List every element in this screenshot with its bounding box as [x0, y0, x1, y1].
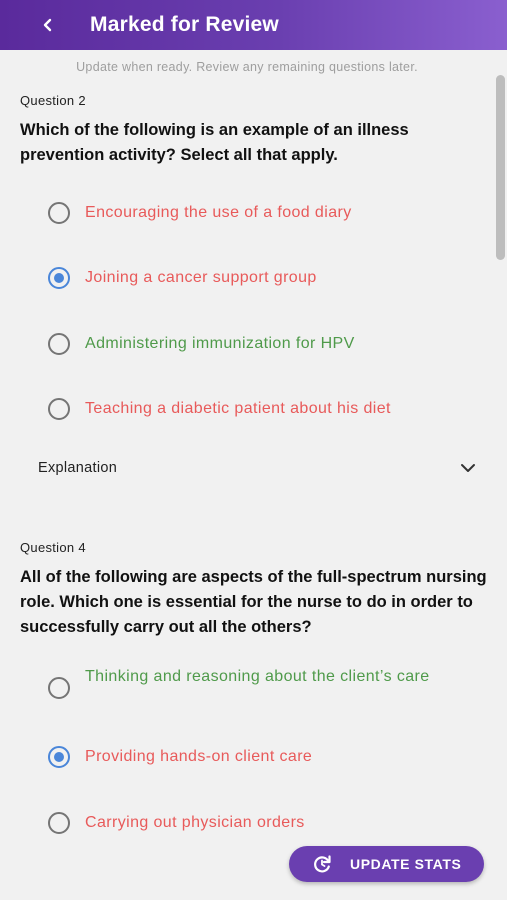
explanation-toggle[interactable]: Explanation: [20, 448, 476, 488]
app-header: Marked for Review: [0, 0, 507, 50]
notice-text: Update when ready. Review any remaining …: [76, 60, 418, 74]
answer-text: Carrying out physician orders: [85, 814, 305, 831]
update-stats-label: UPDATE STATS: [350, 856, 462, 872]
answer-text: Encouraging the use of a food diary: [85, 204, 352, 221]
answer-text: Administering immunization for HPV: [85, 335, 355, 352]
page-title: Marked for Review: [90, 13, 279, 36]
radio-button[interactable]: [48, 677, 70, 699]
review-list[interactable]: Update when ready. Review any remaining …: [0, 50, 494, 900]
question-label: Question 2: [20, 93, 86, 108]
answer-option[interactable]: Teaching a diabetic patient about his di…: [48, 397, 478, 420]
question-text: All of the following are aspects of the …: [20, 568, 487, 636]
scrollbar-thumb[interactable]: [496, 75, 505, 260]
answer-text: Thinking and reasoning about the client’…: [85, 668, 430, 685]
answer-option[interactable]: Joining a cancer support group: [48, 266, 478, 289]
back-button[interactable]: [28, 0, 68, 50]
answer-text: Providing hands-on client care: [85, 748, 313, 765]
answer-option[interactable]: Thinking and reasoning about the client’…: [48, 665, 478, 699]
update-stats-button[interactable]: UPDATE STATS: [289, 846, 484, 882]
answer-text: Teaching a diabetic patient about his di…: [85, 400, 391, 417]
question-label: Question 4: [20, 540, 86, 555]
chevron-left-icon: [43, 18, 52, 32]
radio-button[interactable]: [48, 398, 70, 420]
refresh-icon: [311, 853, 333, 875]
chevron-down-icon: [461, 464, 475, 472]
answer-option[interactable]: Administering immunization for HPV: [48, 332, 478, 355]
radio-button-selected[interactable]: [48, 267, 70, 289]
radio-button-selected[interactable]: [48, 746, 70, 768]
question-text: Which of the following is an example of …: [20, 121, 409, 164]
radio-button[interactable]: [48, 333, 70, 355]
radio-button[interactable]: [48, 812, 70, 834]
radio-button[interactable]: [48, 202, 70, 224]
answer-option[interactable]: Encouraging the use of a food diary: [48, 201, 478, 224]
explanation-label: Explanation: [38, 460, 118, 476]
answer-option[interactable]: Providing hands-on client care: [48, 745, 478, 768]
answer-option[interactable]: Carrying out physician orders: [48, 811, 478, 834]
answer-text: Joining a cancer support group: [85, 269, 317, 286]
